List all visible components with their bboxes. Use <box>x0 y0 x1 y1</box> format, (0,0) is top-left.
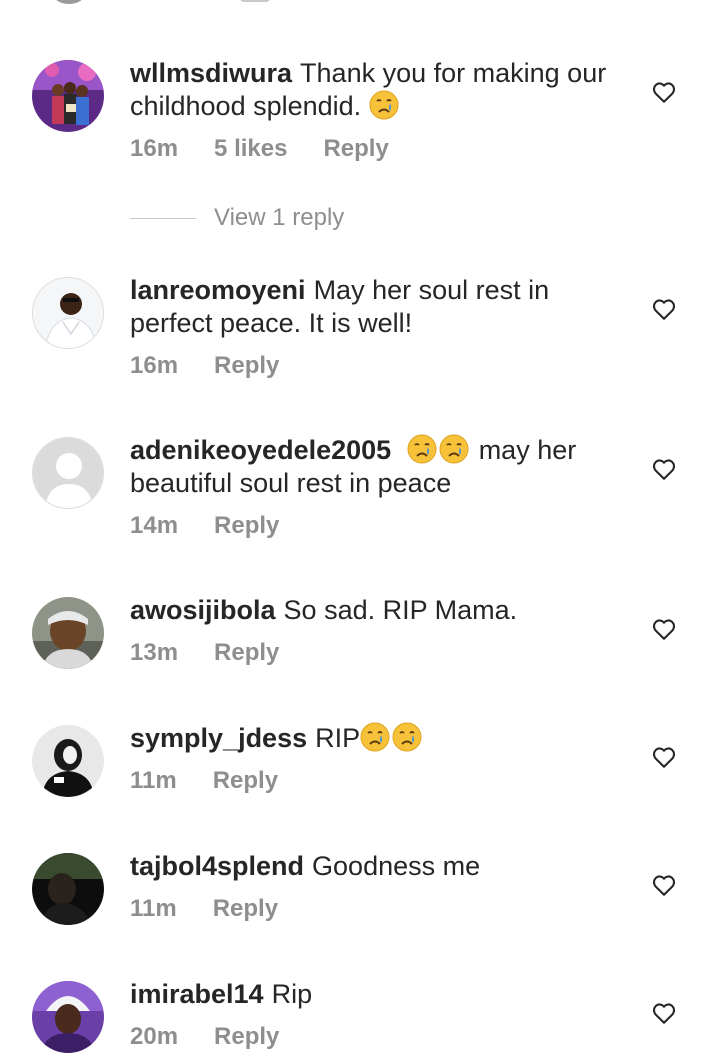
comment-time: 11m <box>130 767 177 794</box>
crying-face-emoji-icon <box>407 434 437 464</box>
comment-text: imirabel14 Rip <box>130 978 635 1011</box>
view-replies-button[interactable]: View 1 reply <box>130 204 344 232</box>
comment-body: Goodness me <box>312 851 481 881</box>
comment-username[interactable]: symply_jdess <box>130 723 307 753</box>
comment-body: RIP <box>315 723 361 753</box>
comment-text: tajbol4splend Goodness me <box>130 850 635 883</box>
comment-time: 16m <box>130 352 179 379</box>
comment-meta: 11m Reply <box>130 895 314 923</box>
comment-username[interactable]: lanreomoyeni <box>130 275 306 305</box>
comment-body: Rip <box>271 979 313 1009</box>
comment-time: 14m <box>130 512 179 539</box>
comment-time: 11m <box>130 895 177 922</box>
comment-time: 16m <box>130 135 179 162</box>
comment-meta: 13m Reply <box>130 639 315 667</box>
heart-outline-icon[interactable] <box>651 872 677 898</box>
heart-outline-icon[interactable] <box>651 79 677 105</box>
comment-username[interactable]: imirabel14 <box>130 979 264 1009</box>
crying-face-emoji-icon <box>439 434 469 464</box>
comment-text: adenikeoyedele2005 may her beautiful sou… <box>130 434 635 500</box>
comment-body: So sad. RIP Mama. <box>283 595 518 625</box>
reply-button[interactable]: Reply <box>214 512 279 539</box>
heart-outline-icon[interactable] <box>651 1000 677 1026</box>
comment-meta: 14m Reply <box>130 512 315 540</box>
avatar[interactable] <box>32 277 104 349</box>
comment-text: wllmsdiwura Thank you for making our chil… <box>130 57 635 123</box>
view-replies-label[interactable]: View 1 reply <box>214 204 344 231</box>
heart-outline-icon[interactable] <box>651 296 677 322</box>
comment-text: awosijibola So sad. RIP Mama. <box>130 594 635 627</box>
comment-username[interactable]: adenikeoyedele2005 <box>130 435 391 465</box>
heart-outline-icon[interactable] <box>651 456 677 482</box>
likes-count[interactable]: 5 likes <box>214 135 287 162</box>
avatar[interactable] <box>32 981 104 1053</box>
heart-outline-icon[interactable] <box>651 744 677 770</box>
comment-meta: 16m 5 likes Reply <box>130 135 425 163</box>
comment-username[interactable]: awosijibola <box>130 595 276 625</box>
comment-time: 20m <box>130 1023 179 1050</box>
heart-outline-icon[interactable] <box>651 616 677 642</box>
reply-button[interactable]: Reply <box>213 767 278 794</box>
reply-button[interactable]: Reply <box>213 895 278 922</box>
reply-button[interactable]: Reply <box>214 352 279 379</box>
crying-face-emoji-icon <box>369 90 399 120</box>
avatar[interactable] <box>32 853 104 925</box>
comment-text: symply_jdess RIP <box>130 722 635 755</box>
divider <box>130 218 196 220</box>
comment-username[interactable]: tajbol4splend <box>130 851 304 881</box>
reply-button[interactable]: Reply <box>214 1023 279 1050</box>
crying-face-emoji-icon <box>360 722 390 752</box>
avatar[interactable] <box>32 60 104 132</box>
comment-text: lanreomoyeni May her soul rest in perfect… <box>130 274 635 340</box>
comment-time: 13m <box>130 639 179 666</box>
avatar[interactable] <box>32 597 104 669</box>
avatar[interactable] <box>52 0 86 4</box>
comment-meta: 11m Reply <box>130 767 314 795</box>
comment-meta: 20m Reply <box>130 1023 315 1051</box>
reply-button[interactable]: Reply <box>323 135 388 162</box>
reply-link[interactable] <box>240 0 270 2</box>
crying-face-emoji-icon <box>392 722 422 752</box>
comment-username[interactable]: wllmsdiwura <box>130 58 292 88</box>
avatar[interactable] <box>32 437 104 509</box>
comment-meta: 16m Reply <box>130 352 315 380</box>
avatar[interactable] <box>32 725 104 797</box>
reply-button[interactable]: Reply <box>214 639 279 666</box>
